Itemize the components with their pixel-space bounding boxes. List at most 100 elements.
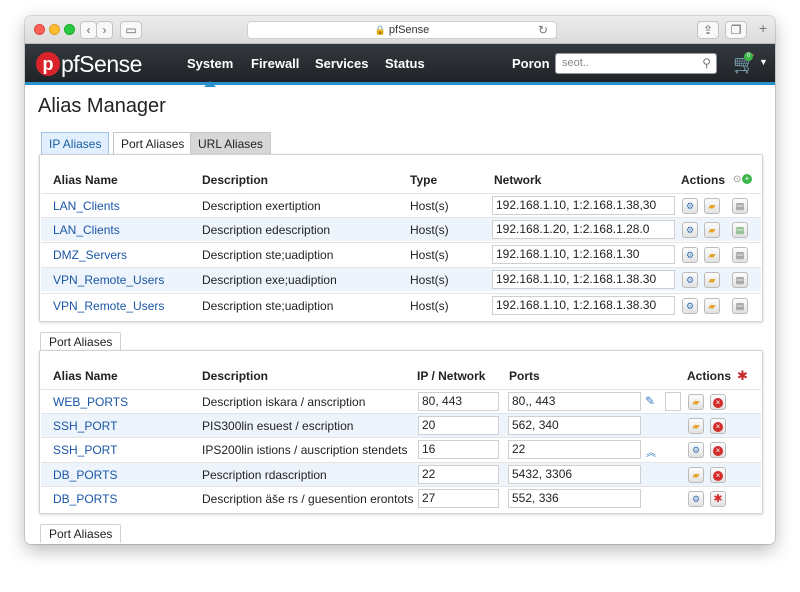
reload-icon[interactable]: ↻ <box>538 22 548 38</box>
folder-icon[interactable]: ▰ <box>688 467 704 483</box>
ports-field[interactable]: 5432, 3306 <box>508 465 641 484</box>
nav-poron[interactable]: Poron <box>512 56 550 71</box>
header-ip-network: IP / Network <box>417 369 486 383</box>
edit-icon[interactable]: ⚙ <box>688 442 704 458</box>
folder-icon[interactable]: ▰ <box>704 247 720 263</box>
trash-icon[interactable]: ▤ <box>732 198 748 214</box>
pencil-icon[interactable]: ✎ <box>645 394 655 408</box>
alias-name-link[interactable]: DB_PORTS <box>53 468 117 482</box>
ports-field[interactable]: 552, 336 <box>508 489 641 508</box>
ip-network-field[interactable]: 20 <box>418 416 499 435</box>
port-aliases-section-label: Port Aliases <box>40 332 122 351</box>
delete-icon[interactable]: × <box>710 467 726 483</box>
tab-ip-aliases[interactable]: IP Aliases <box>41 132 110 155</box>
edit-icon[interactable]: ⚙ <box>682 298 698 314</box>
alias-name-link[interactable]: SSH_PORT <box>53 443 117 457</box>
alias-name-link[interactable]: SSH_PORT <box>53 419 117 433</box>
lock-icon: 🔒 <box>374 25 386 35</box>
address-bar[interactable]: 🔒 pfSense ↻ <box>247 21 557 39</box>
table-row[interactable]: LAN_Clients Description exertiption Host… <box>41 193 761 217</box>
edit-icon[interactable]: ⚙ <box>682 272 698 288</box>
trash-icon[interactable]: ▤ <box>732 222 748 238</box>
chevron-up-icon[interactable]: ︽ <box>646 444 656 459</box>
delete-icon[interactable]: × <box>710 418 726 434</box>
folder-icon[interactable]: ▰ <box>688 418 704 434</box>
share-icon[interactable]: ⇪ <box>697 21 719 39</box>
table-row[interactable]: DB_PORTS Description äše rs / guesention… <box>41 486 761 510</box>
trash-icon[interactable]: ▤ <box>732 272 748 288</box>
alias-description: Description ste;uadiption <box>202 299 334 313</box>
ip-network-field[interactable]: 80, 443 <box>418 392 499 411</box>
table-row[interactable]: SSH_PORT PIS300lin esuest / escription 2… <box>41 413 761 437</box>
tabs-overview-icon[interactable]: ❐ <box>725 21 747 39</box>
folder-icon[interactable]: ▰ <box>704 222 720 238</box>
alias-description: Description ste;uadiption <box>202 248 334 262</box>
chevron-down-icon[interactable]: ▼ <box>759 57 768 67</box>
tab-port-aliases[interactable]: Port Aliases <box>113 132 193 155</box>
nav-services[interactable]: Services <box>315 56 369 71</box>
tab-url-aliases[interactable]: URL Aliases <box>190 132 271 155</box>
delete-icon[interactable]: × <box>710 394 726 410</box>
bug-icon[interactable]: ✱ <box>710 491 726 507</box>
top-navbar: p pfSense System Firewall Services Statu… <box>25 44 775 87</box>
minimize-window-button[interactable] <box>49 24 60 35</box>
toggle-icon[interactable]: ⊙ <box>733 174 741 185</box>
folder-icon[interactable]: ▰ <box>688 394 704 410</box>
bug-icon[interactable]: ✱ <box>737 368 748 384</box>
cart-badge: 0 <box>744 52 753 61</box>
ip-network-field[interactable]: 16 <box>418 440 499 459</box>
close-window-button[interactable] <box>34 24 45 35</box>
edit-icon[interactable]: ⚙ <box>682 198 698 214</box>
folder-icon[interactable]: ▰ <box>704 298 720 314</box>
alias-name-link[interactable]: WEB_PORTS <box>53 395 128 409</box>
back-icon[interactable]: ‹ <box>80 21 97 39</box>
folder-icon[interactable]: ▰ <box>704 198 720 214</box>
delete-icon[interactable]: × <box>710 442 726 458</box>
table-row[interactable]: VPN_Remote_Users Description ste;uadipti… <box>41 293 761 317</box>
pfsense-logo[interactable]: p pfSense <box>36 51 142 77</box>
network-field[interactable]: 192.168.1.10, 1:2.168.1.38.30 <box>492 296 675 315</box>
checkbox[interactable] <box>665 392 681 411</box>
trash-icon[interactable]: ▤ <box>732 298 748 314</box>
alias-name-link[interactable]: DMZ_Servers <box>53 248 127 262</box>
edit-icon[interactable]: ⚙ <box>682 247 698 263</box>
network-field[interactable]: 192.168.1.10, 1:2.168.1.38,30 <box>492 196 675 215</box>
new-tab-icon[interactable]: + <box>759 20 767 36</box>
table-row[interactable]: DB_PORTS Pescription rdascription 22 543… <box>41 462 761 486</box>
nav-system[interactable]: System <box>187 56 233 87</box>
port-aliases-section-label-bottom: Port Aliases <box>40 524 122 543</box>
nav-status[interactable]: Status <box>385 56 425 71</box>
alias-name-link[interactable]: LAN_Clients <box>53 199 120 213</box>
edit-icon[interactable]: ⚙ <box>688 491 704 507</box>
ports-field[interactable]: 22 <box>508 440 641 459</box>
table-row[interactable]: SSH_PORT IPS200lin istions / auscription… <box>41 437 761 461</box>
edit-icon[interactable]: ⚙ <box>682 222 698 238</box>
table-row[interactable]: DMZ_Servers Description ste;uadiption Ho… <box>41 242 761 266</box>
ports-field[interactable]: 80,, 443 <box>508 392 641 411</box>
ip-network-field[interactable]: 27 <box>418 489 499 508</box>
ports-field[interactable]: 562, 340 <box>508 416 641 435</box>
port-aliases-panel: Alias Name Description IP / Network Port… <box>39 350 763 514</box>
search-input[interactable]: seot.. ⚲ <box>555 53 717 74</box>
maximize-window-button[interactable] <box>64 24 75 35</box>
alias-name-link[interactable]: DB_PORTS <box>53 492 117 506</box>
network-field[interactable]: 192.168.1.20, 1:2.168.1.28.0 <box>492 220 675 239</box>
table-row[interactable]: WEB_PORTS Description iskara / anscripti… <box>41 389 761 413</box>
ip-network-field[interactable]: 22 <box>418 465 499 484</box>
header-actions: Actions <box>687 369 732 383</box>
forward-icon[interactable]: › <box>96 21 113 39</box>
folder-icon[interactable]: ▰ <box>704 272 720 288</box>
nav-firewall[interactable]: Firewall <box>251 56 299 71</box>
table-row[interactable]: LAN_Clients Description edescription Hos… <box>41 217 761 241</box>
alias-name-link[interactable]: VPN_Remote_Users <box>53 299 164 313</box>
network-field[interactable]: 192.168.1.10, 1:2.168.1.30 <box>492 245 675 264</box>
search-icon[interactable]: ⚲ <box>702 56 711 70</box>
sidebar-toggle-icon[interactable]: ▭ <box>120 21 142 39</box>
network-field[interactable]: 192.168.1.10, 1:2.168.1.38.30 <box>492 270 675 289</box>
search-placeholder: seot.. <box>562 57 589 69</box>
alias-name-link[interactable]: VPN_Remote_Users <box>53 273 164 287</box>
table-row[interactable]: VPN_Remote_Users Description exe;uadipti… <box>41 267 761 291</box>
alias-name-link[interactable]: LAN_Clients <box>53 223 120 237</box>
add-alias-icon[interactable]: + <box>742 174 752 184</box>
trash-icon[interactable]: ▤ <box>732 247 748 263</box>
